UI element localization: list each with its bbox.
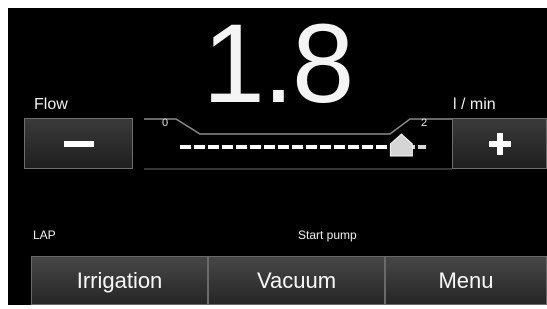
minus-icon [63, 140, 94, 147]
menu-button-label: Menu [438, 267, 494, 293]
irrigation-button[interactable]: Irrigation [31, 256, 208, 305]
mode-label: LAP [33, 228, 56, 242]
flow-slider[interactable] [144, 114, 452, 174]
slider-thumb[interactable] [389, 133, 413, 157]
plus-icon [488, 132, 511, 155]
irrigation-button-label: Irrigation [76, 267, 163, 293]
decrease-flow-button[interactable] [24, 118, 133, 169]
pump-display: 1.8 Flow l / min 0 2 LAP Start pump Irri… [8, 8, 547, 305]
menu-button[interactable]: Menu [385, 256, 547, 305]
increase-flow-button[interactable] [452, 118, 547, 169]
slider-max-label: 2 [421, 117, 428, 129]
flow-unit-label: l / min [453, 96, 496, 113]
status-message: Start pump [298, 228, 357, 242]
slider-frame-top [144, 118, 452, 135]
flow-label: Flow [34, 96, 68, 113]
vacuum-button-label: Vacuum [256, 267, 337, 293]
slider-min-label: 0 [162, 117, 169, 129]
vacuum-button[interactable]: Vacuum [208, 256, 385, 305]
